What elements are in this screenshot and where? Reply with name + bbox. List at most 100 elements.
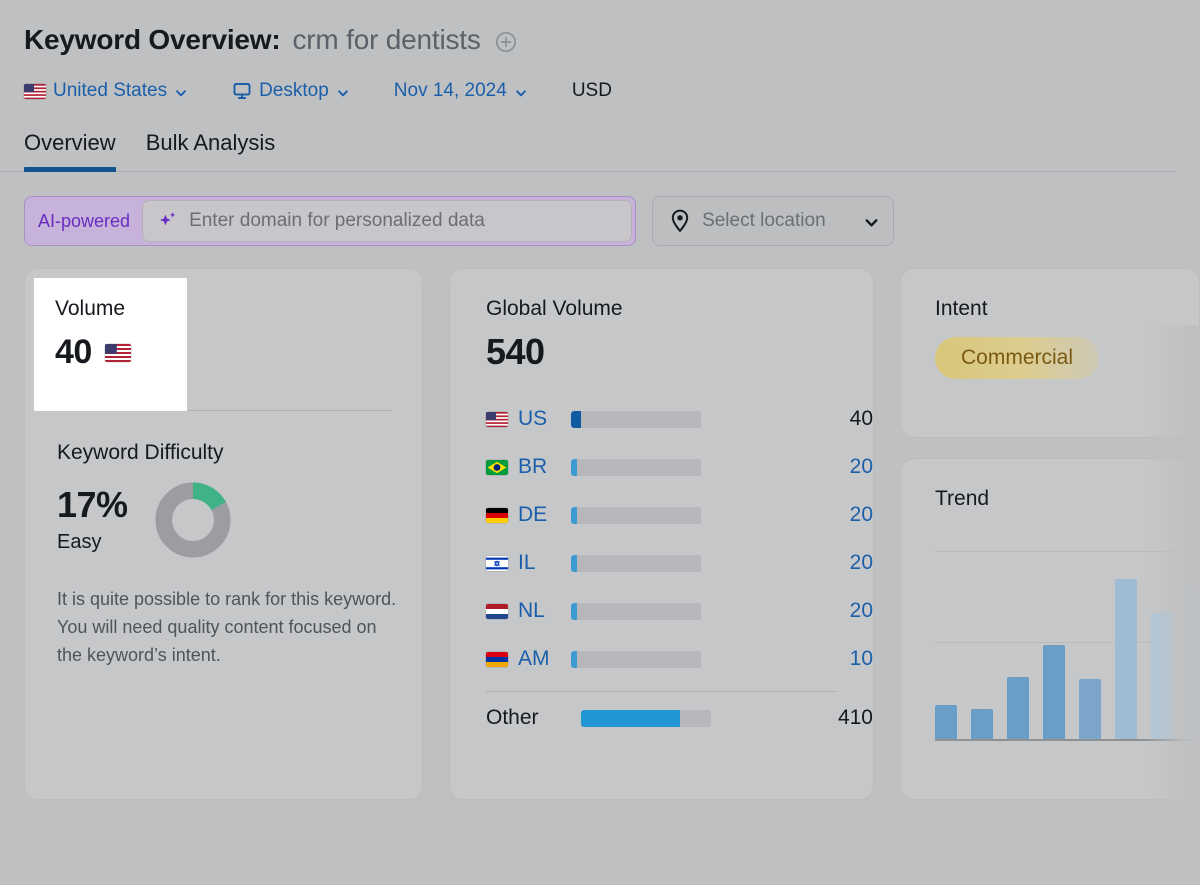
keyword-difficulty-rating: Easy (57, 531, 102, 554)
volume-bar-fill (571, 506, 577, 524)
trend-bar (1115, 579, 1137, 739)
tab-bulk-analysis[interactable]: Bulk Analysis (146, 130, 276, 168)
filter-bar: AI-powered Enter domain for personalized… (0, 172, 1200, 246)
date-label: Nov 14, 2024 (393, 80, 507, 101)
chevron-down-icon (514, 84, 528, 98)
volume-difficulty-card: Volume 40 Keyword Difficulty 17% Easy It… (24, 268, 423, 800)
trend-bar (1151, 613, 1173, 739)
volume-label: Volume (55, 297, 126, 320)
chevron-down-icon (336, 84, 350, 98)
status-badge: Commercial (935, 337, 1100, 379)
map-pin-icon (669, 209, 691, 233)
page-title-keyword: crm for dentists (292, 24, 481, 55)
other-label: Other (486, 706, 539, 729)
country-volume: 20 (849, 503, 873, 526)
other-volume-row: Other 410 (486, 692, 873, 744)
tab-bar-divider (0, 171, 1176, 172)
volume-bar-track (571, 458, 702, 476)
volume-bar-fill (571, 602, 577, 620)
tab-overview-label: Overview (24, 130, 116, 155)
list-item[interactable]: IL 20 (486, 539, 873, 587)
ai-domain-group: AI-powered Enter domain for personalized… (24, 196, 637, 246)
device-label: Desktop (259, 80, 329, 101)
country-code: IL (518, 551, 536, 574)
monitor-icon (232, 81, 252, 101)
trend-label: Trend (935, 487, 990, 510)
volume-bar-fill (571, 554, 577, 572)
keyword-difficulty-percent: 17% (57, 483, 128, 525)
global-volume-card: Global Volume 540 US 40 BR 20 DE 20 IL 2… (449, 268, 874, 800)
list-item[interactable]: NL 20 (486, 587, 873, 635)
trend-bar (1043, 645, 1065, 739)
volume-bar-fill (571, 650, 577, 668)
list-item[interactable]: US 40 (486, 395, 873, 443)
volume-bar-track (571, 554, 702, 572)
global-volume-label: Global Volume (486, 297, 623, 320)
list-item[interactable]: AM 10 (486, 635, 873, 683)
trend-card: Trend (900, 458, 1200, 800)
country-volume: 20 (849, 599, 873, 622)
trend-bar (1007, 676, 1029, 739)
other-volume-value: 410 (837, 706, 873, 729)
country-label: United States (53, 80, 168, 101)
keyword-difficulty-label: Keyword Difficulty (57, 441, 224, 464)
volume-bar-track (571, 650, 702, 668)
page-title: Keyword Overview: crm for dentists (24, 18, 1200, 62)
device-selector[interactable]: Desktop (232, 80, 350, 102)
select-location-button[interactable]: Select location (652, 196, 894, 246)
trend-bar (1079, 678, 1101, 739)
de-flag-icon (486, 507, 508, 523)
volume-bar-track (571, 602, 702, 620)
volume-value: 40 (55, 333, 92, 371)
list-item[interactable]: BR 20 (486, 443, 873, 491)
plus-circle-icon[interactable] (495, 31, 517, 53)
sparkle-icon (157, 210, 179, 232)
chevron-down-icon (174, 84, 188, 98)
trend-chart (935, 537, 1200, 741)
intent-label: Intent (935, 297, 988, 320)
keyword-difficulty-section: Keyword Difficulty 17% Easy It is quite … (25, 411, 422, 669)
select-location-label: Select location (702, 210, 826, 231)
country-volume: 40 (849, 407, 873, 430)
us-flag-icon (104, 343, 131, 362)
country-code: NL (518, 599, 545, 622)
header-filters: United States Desktop Nov 14, 2024 USD (24, 70, 1200, 112)
country-selector[interactable]: United States (24, 80, 188, 102)
volume-bar-track (571, 410, 702, 428)
volume-bar-fill (581, 709, 681, 727)
country-volume: 20 (849, 455, 873, 478)
volume-bar-fill (571, 458, 577, 476)
keyword-difficulty-description: It is quite possible to rank for this ke… (57, 589, 397, 666)
country-volume: 20 (849, 551, 873, 574)
volume-bar-track (571, 506, 702, 524)
tab-overview[interactable]: Overview (24, 130, 116, 172)
nl-flag-icon (486, 603, 508, 619)
il-flag-icon (486, 555, 508, 571)
date-selector[interactable]: Nov 14, 2024 (394, 80, 528, 102)
volume-section: Volume 40 (25, 269, 422, 372)
volume-bar-track (581, 709, 712, 727)
tab-bulk-analysis-label: Bulk Analysis (145, 130, 276, 155)
domain-input[interactable]: Enter domain for personalized data (142, 200, 633, 242)
difficulty-donut-chart (154, 481, 232, 559)
ai-powered-badge: AI-powered (38, 210, 131, 231)
us-flag-icon (486, 411, 508, 427)
country-code: US (518, 407, 548, 430)
br-flag-icon (486, 459, 508, 475)
trend-bar (1187, 588, 1200, 739)
list-item[interactable]: DE 20 (486, 491, 873, 539)
metrics-grid: Volume 40 Keyword Difficulty 17% Easy It… (0, 246, 1200, 800)
intent-card: Intent Commercial (900, 268, 1200, 438)
country-code: DE (518, 503, 548, 526)
trend-bars (935, 551, 1200, 741)
right-column: Intent Commercial Trend (900, 268, 1200, 800)
am-flag-icon (486, 651, 508, 667)
currency-label: USD (572, 80, 612, 102)
tab-bar: Overview Bulk Analysis (0, 126, 1200, 172)
us-flag-icon (24, 83, 46, 99)
country-code: AM (518, 647, 550, 670)
trend-bar (971, 708, 993, 739)
global-volume-list: US 40 BR 20 DE 20 IL 20 NL 20 AM 10 (486, 395, 873, 683)
trend-bar (935, 705, 957, 739)
country-volume: 10 (849, 647, 873, 670)
